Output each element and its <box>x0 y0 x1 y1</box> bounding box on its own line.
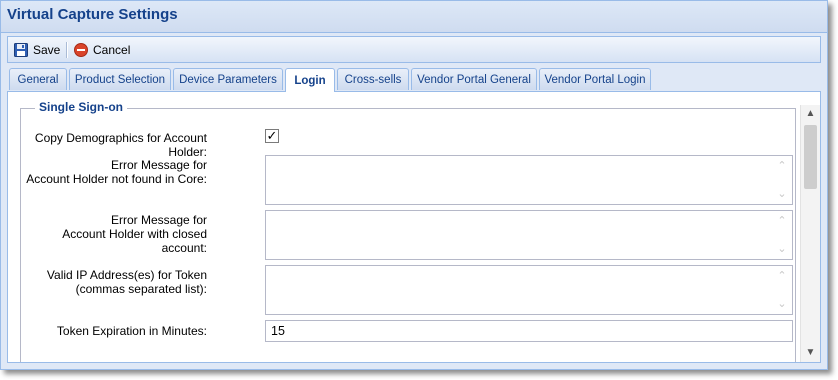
scrollbar-thumb[interactable] <box>804 125 817 189</box>
tab-vendor-portal-login[interactable]: Vendor Portal Login <box>539 68 651 90</box>
window-title: Virtual Capture Settings <box>7 6 178 23</box>
copy-demographics-checkbox[interactable]: ✓ <box>265 129 279 143</box>
tab-vendor-portal-general[interactable]: Vendor Portal General <box>411 68 537 90</box>
tab-product-selection[interactable]: Product Selection <box>69 68 171 90</box>
not-found-message-textarea[interactable]: ⌃ ⌄ <box>265 155 793 205</box>
not-found-message-label: Error Message for Account Holder not fou… <box>26 158 207 186</box>
scroll-down-icon[interactable]: ⌄ <box>774 242 790 256</box>
tab-general[interactable]: General <box>9 68 67 90</box>
save-label: Save <box>33 43 61 57</box>
cancel-button[interactable]: Cancel <box>74 41 130 59</box>
fieldset-legend: Single Sign-on <box>35 100 127 114</box>
single-sign-on-fieldset: Single Sign-on Copy Demographics for Acc… <box>20 100 796 362</box>
tab-device-parameters[interactable]: Device Parameters <box>173 68 283 90</box>
token-expiration-input[interactable]: 15 <box>265 320 793 342</box>
cancel-icon <box>74 43 88 57</box>
scroll-up-icon[interactable]: ⌃ <box>774 269 790 283</box>
toolbar: Save Cancel <box>7 36 821 63</box>
cancel-label: Cancel <box>93 43 131 57</box>
scroll-up-icon[interactable]: ⌃ <box>774 214 790 228</box>
vertical-scrollbar[interactable]: ▲ ▼ <box>800 105 820 362</box>
tab-content-panel: Single Sign-on Copy Demographics for Acc… <box>7 92 821 363</box>
floppy-disk-icon <box>14 43 28 57</box>
token-expiration-label: Token Expiration in Minutes: <box>56 324 207 338</box>
scroll-down-icon[interactable]: ⌄ <box>774 297 790 311</box>
scroll-down-arrow-icon[interactable]: ▼ <box>801 346 820 360</box>
scroll-down-icon[interactable]: ⌄ <box>774 187 790 201</box>
scroll-up-arrow-icon[interactable]: ▲ <box>801 107 820 121</box>
settings-window: Virtual Capture Settings Save Cancel Gen… <box>0 0 828 370</box>
title-bar: Virtual Capture Settings <box>1 1 827 33</box>
valid-ip-textarea[interactable]: ⌃ ⌄ <box>265 265 793 315</box>
toolbar-separator <box>66 42 68 58</box>
tab-cross-sells[interactable]: Cross-sells <box>337 68 409 90</box>
closed-account-message-label: Error Message for Account Holder with cl… <box>62 213 207 255</box>
tab-login[interactable]: Login <box>285 68 335 92</box>
closed-account-message-textarea[interactable]: ⌃ ⌄ <box>265 210 793 260</box>
checkmark-icon: ✓ <box>266 128 278 143</box>
copy-demographics-label: Copy Demographics for Account Holder: <box>34 131 207 159</box>
tab-strip: General Product Selection Device Paramet… <box>7 67 821 92</box>
valid-ip-label: Valid IP Address(es) for Token (commas s… <box>46 268 207 296</box>
scroll-up-icon[interactable]: ⌃ <box>774 159 790 173</box>
save-button[interactable]: Save <box>14 41 60 59</box>
